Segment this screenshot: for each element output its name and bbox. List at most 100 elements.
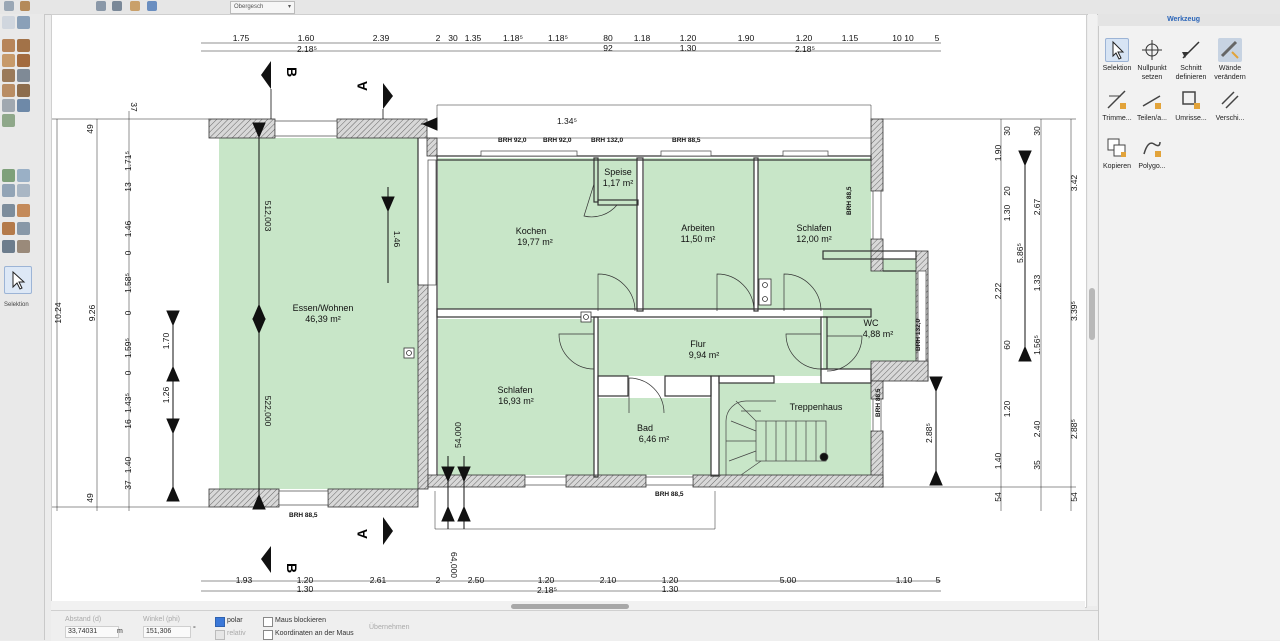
horizontal-scroll-thumb[interactable] (511, 604, 629, 609)
tool-modify-walls[interactable]: Wände verändern (1212, 38, 1248, 82)
library-icon[interactable] (17, 240, 30, 253)
tool-icon[interactable] (112, 1, 122, 11)
column-icon[interactable] (17, 69, 30, 82)
text-icon[interactable] (2, 184, 15, 197)
measure-icon[interactable] (17, 222, 30, 235)
room-area: 9,94 m² (689, 350, 720, 360)
relativ-label: relativ (227, 630, 246, 637)
dimension-text: 54,000 (453, 422, 463, 448)
hatch-icon[interactable] (2, 204, 15, 217)
tool-icon[interactable] (130, 1, 140, 11)
top-toolbar: Obergesch ▾ (0, 0, 1280, 15)
tool-icon[interactable] (20, 1, 30, 11)
tool-label: Teilen/a... (1137, 115, 1167, 122)
dimension-text: 2.40 (1032, 420, 1042, 437)
tool-selection[interactable]: Selektion (1099, 38, 1135, 73)
wall-segment[interactable] (692, 474, 884, 488)
dimension-text: 1.70 (161, 332, 171, 349)
tool-move[interactable]: Verschi... (1212, 88, 1248, 123)
wall-segment[interactable] (327, 488, 419, 508)
wall-segment[interactable] (336, 118, 428, 139)
dimension-text: 1.59⁵ (123, 338, 133, 358)
bottom-dimensions: 1.93 1.20 1.30 2.61 2 2.50 1.20 2.18⁵ 2.… (236, 575, 941, 595)
wall-segment[interactable] (417, 284, 429, 490)
dimension-text: 1.40 (993, 452, 1003, 469)
slab-icon[interactable] (2, 84, 15, 97)
tool-icon[interactable] (147, 1, 157, 11)
section-arrow-b-top (261, 61, 271, 89)
tool-outline[interactable]: Umrisse... (1173, 88, 1209, 123)
tool-copy[interactable]: Kopieren (1099, 136, 1135, 171)
light-icon[interactable] (2, 169, 15, 182)
dimension-icon[interactable] (17, 169, 30, 182)
drawing-canvas[interactable]: B A A B Essen/Wohnen 46,39 m² Kochen 19,… (51, 14, 1087, 608)
room-name: Bad (637, 423, 653, 433)
polar-checkbox[interactable] (215, 617, 225, 627)
dimension-text: 1.10 (896, 575, 913, 585)
dimension-text: 2.18⁵ (795, 44, 815, 54)
section-arrow-a-bottom (383, 517, 393, 545)
dimension-text: 5.86⁵ (1015, 243, 1025, 263)
apply-button[interactable]: Übernehmen (369, 624, 409, 631)
tool-panel-header: Werkzeug (1098, 14, 1280, 26)
beam-icon[interactable] (17, 84, 30, 97)
zoom-icon[interactable] (17, 16, 30, 29)
window-label: BRH 88,5 (289, 512, 318, 519)
wall-segment[interactable] (427, 474, 526, 488)
tool-label: Schnitt definieren (1175, 65, 1207, 81)
pointer-icon[interactable] (2, 16, 15, 29)
line-icon[interactable] (17, 184, 30, 197)
relativ-checkbox[interactable] (215, 630, 225, 640)
room-area: 6,46 m² (639, 434, 670, 444)
room-fill-wc[interactable] (823, 259, 916, 369)
stair-icon[interactable] (2, 69, 15, 82)
wall-segment[interactable] (870, 238, 884, 272)
move-icon (1218, 88, 1242, 112)
floor-plan[interactable]: B A A B Essen/Wohnen 46,39 m² Kochen 19,… (51, 15, 1086, 607)
tool-define-section[interactable]: Schnitt definieren (1173, 38, 1209, 82)
object-icon[interactable] (17, 99, 30, 112)
roof-icon[interactable] (17, 54, 30, 67)
window-icon[interactable] (2, 54, 15, 67)
dimension-text: 1.20 (1002, 400, 1012, 417)
wall-icon[interactable] (2, 39, 15, 52)
floor-selector[interactable]: Obergesch ▾ (230, 1, 295, 14)
terrain-icon[interactable] (2, 114, 15, 127)
block-mouse-checkbox[interactable] (263, 617, 273, 627)
distance-input[interactable]: 33,74031 (65, 626, 119, 638)
group-icon[interactable] (2, 240, 15, 253)
dimension-text: 0 (123, 310, 133, 315)
dimension-text: 1.35 (465, 33, 482, 43)
tool-icon[interactable] (96, 1, 106, 11)
dimension-text: 2.39 (373, 33, 390, 43)
section-label: B (284, 563, 300, 573)
dimension-text: 13 (123, 182, 133, 192)
vertical-scroll-thumb[interactable] (1089, 288, 1095, 340)
wall-segment[interactable] (208, 488, 280, 508)
tool-set-origin[interactable]: Nullpunkt setzen (1134, 38, 1170, 82)
room-area: 19,77 m² (517, 237, 553, 247)
wall-segment[interactable] (565, 474, 647, 488)
wall-segment[interactable] (208, 118, 276, 139)
room-name: Arbeiten (681, 223, 715, 233)
wall-segment[interactable] (870, 360, 929, 382)
coords-mouse-checkbox[interactable] (263, 630, 273, 640)
brush-icon[interactable] (2, 222, 15, 235)
selection-tool-button[interactable] (4, 266, 32, 294)
wall-segment[interactable] (426, 137, 438, 157)
door-icon[interactable] (17, 39, 30, 52)
tool-panel-title: Werkzeug (1167, 16, 1200, 23)
wall-segment[interactable] (870, 118, 884, 192)
pencil-icon[interactable] (17, 204, 30, 217)
room-name: Speise (604, 167, 632, 177)
angle-input[interactable]: 151,306 (143, 626, 191, 638)
furniture-icon[interactable] (2, 99, 15, 112)
tool-trim[interactable]: Trimme... (1099, 88, 1135, 123)
tool-label: Umrisse... (1175, 115, 1207, 122)
selection-tool-label: Selektion (4, 302, 29, 308)
tool-polygon[interactable]: Polygo... (1134, 136, 1170, 171)
room-fill-flur[interactable] (598, 319, 821, 376)
tool-split[interactable]: Teilen/a... (1134, 88, 1170, 123)
tool-icon[interactable] (4, 1, 14, 11)
dimension-text: 1.34⁵ (557, 116, 577, 126)
